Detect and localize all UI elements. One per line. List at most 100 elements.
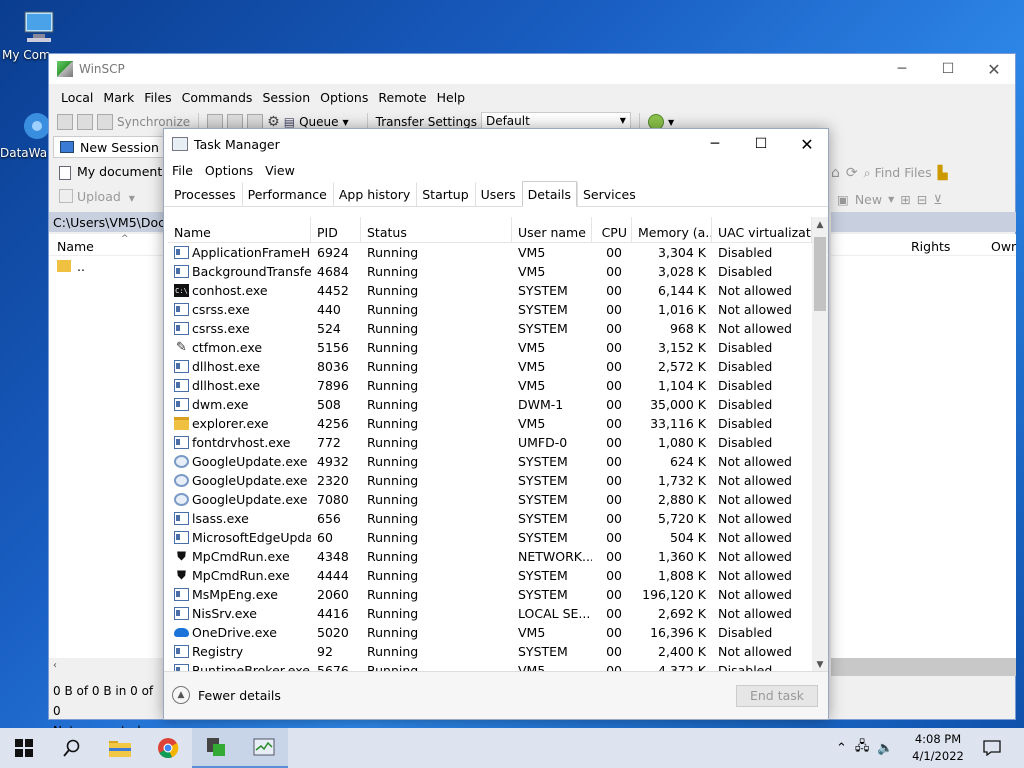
start-button[interactable] — [0, 728, 48, 768]
column-header-owner[interactable]: Owr — [991, 239, 1016, 254]
find-files-button[interactable]: ⌕ Find Files — [864, 165, 932, 181]
queue-button[interactable]: Queue — [299, 115, 338, 129]
tab-services[interactable]: Services — [577, 182, 642, 206]
table-row[interactable]: ✎ ctfmon.exe 5156 Running VM5 00 3,152 K Disabl… — [168, 338, 812, 357]
close-icon[interactable]: ✕ — [971, 54, 1017, 84]
maximize-icon[interactable]: ☐ — [925, 54, 971, 84]
maximize-icon[interactable]: ☐ — [738, 129, 784, 159]
menu-local[interactable]: Local — [57, 90, 97, 105]
tab-users[interactable]: Users — [474, 182, 522, 206]
menu-options[interactable]: Options — [316, 90, 372, 105]
column-header-status[interactable]: Status — [361, 217, 512, 242]
chevron-down-icon[interactable]: ▼ — [668, 118, 674, 127]
table-row[interactable]: MicrosoftEdgeUpdat... 60 Running SYSTEM 00 50… — [168, 528, 812, 547]
minimize-icon[interactable]: ─ — [879, 54, 925, 84]
winscp-taskbar-button[interactable] — [192, 728, 240, 768]
column-header-cpu[interactable]: CPU — [592, 217, 632, 242]
local-file-list[interactable]: Name ^ .. — [49, 234, 165, 664]
file-explorer-button[interactable] — [96, 728, 144, 768]
menu-session[interactable]: Session — [258, 90, 314, 105]
remote-path-bar[interactable] — [831, 212, 1016, 232]
my-documents-combo[interactable]: My documents — [53, 162, 173, 184]
table-row[interactable]: fontdrvhost.exe 772 Running UMFD-0 00 1,080 K… — [168, 433, 812, 452]
table-row[interactable]: explorer.exe 4256 Running VM5 00 33,116 K Disa… — [168, 414, 812, 433]
volume-icon[interactable]: 🔈 — [877, 741, 893, 756]
table-row[interactable]: dllhost.exe 8036 Running VM5 00 2,572 K Disabl… — [168, 357, 812, 376]
notifications-button[interactable] — [980, 728, 1004, 768]
task-manager-taskbar-button[interactable] — [240, 728, 288, 768]
menu-options[interactable]: Options — [199, 163, 259, 178]
table-row[interactable]: GoogleUpdate.exe 7080 Running SYSTEM 00 2,880… — [168, 490, 812, 509]
table-row[interactable]: dllhost.exe 7896 Running VM5 00 1,104 K Disabl… — [168, 376, 812, 395]
remote-hscroll[interactable] — [831, 658, 1016, 676]
column-header-pid[interactable]: PID — [311, 217, 361, 242]
table-row[interactable]: OneDrive.exe 5020 Running VM5 00 16,396 K Disa… — [168, 623, 812, 642]
home-icon[interactable]: ⌂ — [831, 165, 840, 181]
new-icon[interactable]: ▣ — [837, 192, 849, 207]
local-hscroll[interactable]: ‹ — [49, 658, 165, 676]
table-row[interactable]: ApplicationFrameHo... 6924 Running VM5 00 3,3… — [168, 243, 812, 262]
scroll-left-icon[interactable]: ‹ — [53, 660, 57, 671]
table-row[interactable]: C:\ conhost.exe 4452 Running SYSTEM 00 6,144 K… — [168, 281, 812, 300]
new-session-tab[interactable]: New Session — [53, 136, 166, 158]
network-icon[interactable]: 🖧 — [855, 737, 870, 759]
menu-file[interactable]: File — [166, 163, 199, 178]
table-row[interactable]: BackgroundTransfer... 4684 Running VM5 00 3,0… — [168, 262, 812, 281]
menu-remote[interactable]: Remote — [374, 90, 430, 105]
menu-mark[interactable]: Mark — [99, 90, 138, 105]
table-row[interactable]: GoogleUpdate.exe 2320 Running SYSTEM 00 1,732… — [168, 471, 812, 490]
minimize-icon[interactable]: ─ — [692, 129, 738, 159]
panel-icon[interactable] — [57, 114, 73, 130]
column-header-memory[interactable]: Memory (a... — [632, 217, 712, 242]
new-button[interactable]: New — [855, 192, 882, 207]
compare-icon[interactable] — [77, 114, 93, 130]
column-header-rights[interactable]: Rights — [911, 239, 950, 254]
table-row[interactable]: GoogleUpdate.exe 4932 Running SYSTEM 00 624 K… — [168, 452, 812, 471]
remote-file-list[interactable]: Rights Owr — [831, 234, 1016, 664]
tab-startup[interactable]: Startup — [416, 182, 474, 206]
close-icon[interactable]: ✕ — [784, 129, 830, 159]
tab-app-history[interactable]: App history — [332, 182, 416, 206]
table-row[interactable]: lsass.exe 656 Running SYSTEM 00 5,720 K Not al… — [168, 509, 812, 528]
fewer-details-button[interactable]: ▲ Fewer details — [172, 686, 281, 704]
table-row[interactable]: ⛊ MpCmdRun.exe 4444 Running SYSTEM 00 1,808 K N… — [168, 566, 812, 585]
sync-icon[interactable] — [97, 114, 113, 130]
menu-commands[interactable]: Commands — [178, 90, 257, 105]
scroll-up-icon[interactable]: ▲ — [812, 217, 828, 233]
table-row[interactable]: dwm.exe 508 Running DWM-1 00 35,000 K Disabled — [168, 395, 812, 414]
tab-performance[interactable]: Performance — [241, 182, 333, 206]
tab-processes[interactable]: Processes — [168, 182, 242, 206]
column-header-name[interactable]: ^ Name — [168, 217, 311, 242]
queue-icon[interactable]: ▤ — [284, 115, 295, 129]
chevron-down-icon[interactable]: ▼ — [888, 195, 894, 204]
vertical-scrollbar[interactable]: ▲ ▼ — [812, 217, 828, 673]
refresh-icon[interactable]: ⟳ — [846, 165, 858, 181]
winscp-titlebar[interactable]: WinSCP — [49, 54, 1015, 84]
chevron-down-icon[interactable]: ▼ — [343, 118, 349, 127]
filter-icon[interactable]: ⊻ — [933, 192, 942, 207]
menu-view[interactable]: View — [259, 163, 301, 178]
table-row[interactable]: csrss.exe 524 Running SYSTEM 00 968 K Not allo… — [168, 319, 812, 338]
scroll-thumb[interactable] — [814, 237, 826, 311]
table-row[interactable]: csrss.exe 440 Running SYSTEM 00 1,016 K Not al… — [168, 300, 812, 319]
end-task-button[interactable]: End task — [736, 685, 818, 707]
table-row[interactable]: MsMpEng.exe 2060 Running SYSTEM 00 196,120 K N… — [168, 585, 812, 604]
table-row[interactable]: NisSrv.exe 4416 Running LOCAL SE... 00 2,692 … — [168, 604, 812, 623]
list-item[interactable]: .. — [49, 256, 165, 276]
search-button[interactable] — [48, 728, 96, 768]
menu-help[interactable]: Help — [433, 90, 470, 105]
add-icon[interactable]: ⊞ — [900, 192, 910, 207]
clock[interactable]: 4:08 PM 4/1/2022 — [906, 731, 970, 765]
remove-icon[interactable]: ⊟ — [917, 192, 927, 207]
column-header-user[interactable]: User name — [512, 217, 592, 242]
chevron-up-icon[interactable]: ⌃ — [836, 741, 847, 756]
table-row[interactable]: ⛊ MpCmdRun.exe 4348 Running NETWORK... 00 1,36… — [168, 547, 812, 566]
chrome-button[interactable] — [144, 728, 192, 768]
column-header-uac[interactable]: UAC virtualizat... — [712, 217, 812, 242]
upload-button[interactable]: Upload ▼ — [59, 189, 135, 204]
menu-files[interactable]: Files — [140, 90, 175, 105]
table-row[interactable]: Registry 92 Running SYSTEM 00 2,400 K Not allo… — [168, 642, 812, 661]
tree-icon[interactable]: ▙ — [938, 166, 948, 181]
synchronize-button[interactable]: Synchronize — [117, 115, 190, 129]
local-path-bar[interactable]: C:\Users\VM5\Docu — [49, 212, 165, 232]
